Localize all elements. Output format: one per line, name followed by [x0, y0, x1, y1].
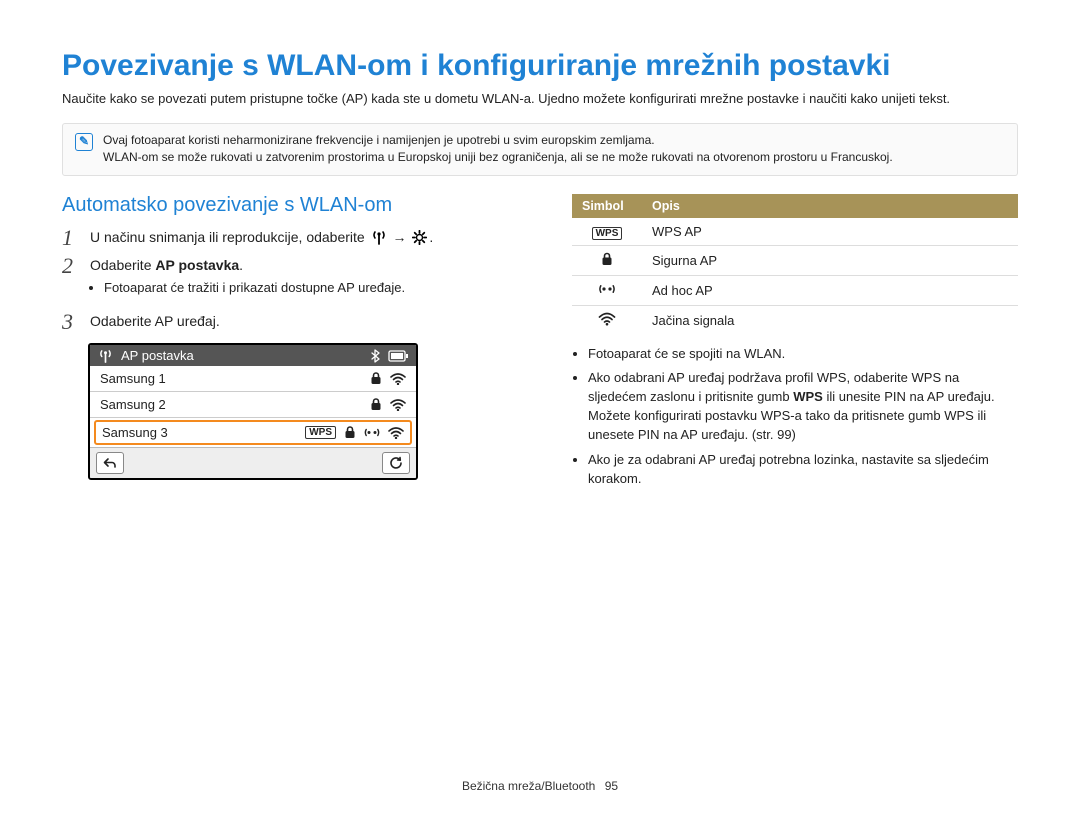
device-header: AP postavka — [90, 345, 416, 366]
step-2: 2 Odaberite AP postavka. Fotoaparat će t… — [62, 255, 532, 306]
intro-paragraph: Naučite kako se povezati putem pristupne… — [62, 90, 1018, 109]
table-header-desc: Opis — [642, 194, 1018, 218]
table-row: Sigurna AP — [572, 245, 1018, 275]
gear-icon — [412, 230, 427, 245]
note-line-1: Ovaj fotoaparat koristi neharmonizirane … — [103, 132, 893, 149]
device-footer — [90, 447, 416, 478]
battery-icon — [388, 350, 408, 362]
wps-badge: WPS — [592, 227, 623, 240]
device-title: AP postavka — [121, 348, 194, 363]
step-1-text-a: U načinu snimanja ili reprodukcije, odab… — [90, 229, 369, 245]
step-2-sub: Fotoaparat će tražiti i prikazati dostup… — [104, 278, 405, 298]
step-1-text-b: . — [429, 229, 433, 245]
footer-page-number: 95 — [605, 779, 618, 793]
bluetooth-icon — [370, 349, 380, 363]
table-desc: WPS AP — [642, 218, 1018, 246]
device-screenshot: AP postavka Samsung 1 Samsung 2 — [88, 343, 418, 480]
arrow-icon: → — [392, 229, 406, 245]
table-desc: Ad hoc AP — [642, 275, 1018, 305]
ap-name: Samsung 1 — [100, 371, 362, 386]
lock-icon — [572, 245, 642, 275]
note-line-2: WLAN-om se može rukovati u zatvorenim pr… — [103, 149, 893, 166]
ap-row[interactable]: Samsung 2 — [90, 392, 416, 418]
step-3: 3 Odaberite AP uređaj. — [62, 311, 532, 333]
table-row: Ad hoc AP — [572, 275, 1018, 305]
wifi-icon — [390, 399, 406, 411]
adhoc-icon — [364, 426, 380, 439]
adhoc-icon — [572, 275, 642, 305]
wifi-icon — [388, 427, 404, 439]
bullet-2-bold: WPS — [793, 389, 823, 404]
lock-icon — [344, 426, 356, 439]
section-title: Automatsko povezivanje s WLAN-om — [62, 194, 532, 217]
ap-name: Samsung 3 — [102, 425, 297, 440]
ap-name: Samsung 2 — [100, 397, 362, 412]
table-desc: Jačina signala — [642, 305, 1018, 335]
page-title: Povezivanje s WLAN-om i konfiguriranje m… — [62, 48, 1018, 84]
bullet-1: Fotoaparat će se spojiti na WLAN. — [588, 345, 1018, 364]
back-button[interactable] — [96, 452, 124, 474]
table-header-symbol: Simbol — [572, 194, 642, 218]
step-3-text: Odaberite AP uređaj. — [90, 311, 220, 333]
note-box: ✎ Ovaj fotoaparat koristi neharmoniziran… — [62, 123, 1018, 176]
step-2-text-a: Odaberite — [90, 257, 155, 273]
antenna-icon — [371, 230, 387, 245]
page-footer: Bežična mreža/Bluetooth 95 — [0, 779, 1080, 793]
note-icon: ✎ — [75, 133, 93, 151]
symbol-table: Simbol Opis WPS WPS AP Sigurna AP — [572, 194, 1018, 335]
bullet-3: Ako je za odabrani AP uređaj potrebna lo… — [588, 451, 1018, 489]
wps-badge: WPS — [305, 426, 336, 439]
right-bullets: Fotoaparat će se spojiti na WLAN. Ako od… — [572, 345, 1018, 489]
note-text: Ovaj fotoaparat koristi neharmonizirane … — [103, 132, 893, 167]
lock-icon — [370, 398, 382, 411]
wifi-icon — [572, 305, 642, 335]
ap-row[interactable]: Samsung 1 — [90, 366, 416, 392]
step-2-text-c: . — [239, 257, 243, 273]
step-number: 2 — [62, 255, 80, 306]
table-row: Jačina signala — [572, 305, 1018, 335]
table-desc: Sigurna AP — [642, 245, 1018, 275]
wifi-icon — [390, 373, 406, 385]
lock-icon — [370, 372, 382, 385]
ap-row-selected[interactable]: Samsung 3 WPS — [94, 420, 412, 445]
footer-label: Bežična mreža/Bluetooth — [462, 779, 595, 793]
step-number: 3 — [62, 311, 80, 333]
step-number: 1 — [62, 227, 80, 249]
table-row: WPS WPS AP — [572, 218, 1018, 246]
device-antenna-icon — [98, 349, 113, 363]
refresh-button[interactable] — [382, 452, 410, 474]
step-1: 1 U načinu snimanja ili reprodukcije, od… — [62, 227, 532, 249]
bullet-2: Ako odabrani AP uređaj podržava profil W… — [588, 369, 1018, 444]
step-2-bold: AP postavka — [155, 257, 239, 273]
